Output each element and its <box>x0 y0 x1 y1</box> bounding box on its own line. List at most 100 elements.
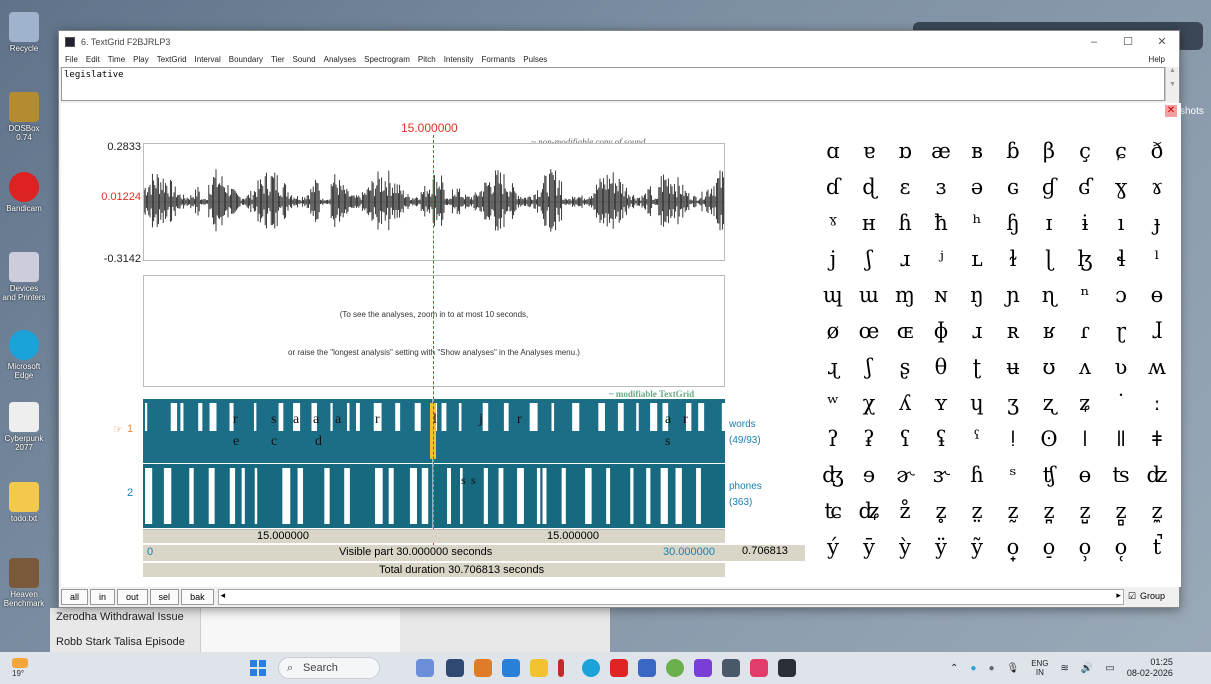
tier-interval[interactable] <box>606 468 611 524</box>
tier-interval[interactable] <box>458 403 462 431</box>
ipa-symbol[interactable]: ʛ <box>1067 169 1103 205</box>
ipa-symbol[interactable]: ʙ <box>959 133 995 169</box>
terminal-icon[interactable] <box>722 659 740 677</box>
ipa-symbol[interactable]: ɸ <box>923 313 959 349</box>
ipa-symbol[interactable]: ǁ <box>1103 421 1139 457</box>
ipa-symbol[interactable]: t̚ <box>1139 529 1175 565</box>
ipa-symbol[interactable]: ʔ <box>815 421 851 457</box>
ipa-symbol[interactable]: j <box>815 241 851 277</box>
ipa-symbol[interactable]: ɴ <box>923 277 959 313</box>
volume-icon[interactable]: 🔊 <box>1081 663 1093 674</box>
ipa-symbol[interactable]: ˢ <box>995 457 1031 493</box>
tier-interval[interactable] <box>414 403 421 431</box>
ipa-symbol[interactable]: ʕ <box>887 421 923 457</box>
taskbar-app-icon[interactable] <box>694 659 712 677</box>
tier-interval[interactable] <box>324 468 330 524</box>
tier-interval[interactable] <box>344 468 350 524</box>
ipa-symbol[interactable]: ɖ <box>851 169 887 205</box>
tier-interval[interactable] <box>660 468 668 524</box>
tier-interval[interactable] <box>330 403 333 431</box>
taskbar-app-icon[interactable] <box>502 659 520 677</box>
ipa-symbol[interactable]: ɢ <box>995 169 1031 205</box>
scroll-right-icon[interactable]: ▸ <box>1116 590 1121 601</box>
ipa-symbol[interactable]: ı <box>1103 205 1139 241</box>
tier-interval[interactable] <box>145 403 148 431</box>
menu-time[interactable]: Time <box>108 53 125 67</box>
ipa-symbol[interactable]: œ <box>851 313 887 349</box>
ipa-symbol[interactable]: ʊ <box>1031 349 1067 385</box>
ipa-symbol[interactable]: ʣ <box>1139 457 1175 493</box>
taskbar-app-icon[interactable] <box>638 659 656 677</box>
taskbar-app-icon[interactable] <box>416 659 434 677</box>
ipa-symbol[interactable]: ʐ <box>1031 385 1067 421</box>
tier-interval[interactable] <box>696 468 701 524</box>
ipa-symbol[interactable]: ɽ <box>1103 313 1139 349</box>
ipa-symbol[interactable]: ɕ <box>1103 133 1139 169</box>
tier-interval[interactable] <box>483 468 488 524</box>
ipa-symbol[interactable]: ʑ <box>1067 385 1103 421</box>
ipa-symbol[interactable]: ɒ <box>887 133 923 169</box>
background-item[interactable]: Robb Stark Talisa Episode <box>56 636 185 648</box>
desktop-icon-cyberpunk[interactable]: Cyberpunk 2077 <box>2 402 46 452</box>
tier-interval[interactable] <box>675 468 682 524</box>
ipa-symbol[interactable]: ɥ <box>959 385 995 421</box>
visible-part-bar[interactable]: 0 Visible part 30.000000 seconds 30.0000… <box>143 545 725 561</box>
menu-intensity[interactable]: Intensity <box>444 53 474 67</box>
ipa-symbol[interactable]: ÿ <box>923 529 959 565</box>
tier-interval[interactable] <box>536 468 541 524</box>
chevron-up-icon[interactable]: ⌃ <box>950 663 958 674</box>
scroll-left-icon[interactable]: ◂ <box>221 590 226 601</box>
tier-interval[interactable] <box>145 468 153 524</box>
edge-icon[interactable] <box>582 659 600 677</box>
ipa-symbol[interactable]: ħ <box>923 205 959 241</box>
ipa-symbol[interactable]: ʂ <box>887 349 923 385</box>
tier-interval[interactable] <box>630 468 634 524</box>
tier2-number[interactable]: 2 <box>127 487 133 499</box>
taskbar-app-icon[interactable] <box>446 659 464 677</box>
folder-icon[interactable] <box>530 659 548 677</box>
interval-text-field[interactable]: legislative <box>61 67 1165 101</box>
menu-textgrid[interactable]: TextGrid <box>157 53 187 67</box>
ipa-symbol[interactable]: ɐ <box>851 133 887 169</box>
taskbar-app-icon[interactable] <box>474 659 492 677</box>
ipa-symbol[interactable]: ɲ <box>995 277 1031 313</box>
ipa-symbol[interactable]: ʀ <box>995 313 1031 349</box>
language-indicator[interactable]: ENG IN <box>1031 659 1048 677</box>
ipa-symbol[interactable]: ˙ <box>1103 385 1139 421</box>
ipa-symbol[interactable]: ə <box>959 169 995 205</box>
tier-interval[interactable] <box>209 403 217 431</box>
tier-interval[interactable] <box>698 403 705 431</box>
ipa-symbol[interactable]: ʤ <box>815 457 851 493</box>
desktop-icon-bandicam[interactable]: Bandicam <box>2 172 46 213</box>
ipa-symbol[interactable]: ʨ <box>815 493 851 529</box>
ipa-symbol[interactable]: ç <box>1067 133 1103 169</box>
ipa-symbol[interactable]: ɜ <box>923 169 959 205</box>
ipa-symbol[interactable]: ɫ <box>995 241 1031 277</box>
tier-interval[interactable] <box>617 403 624 431</box>
zoom-sel-button[interactable]: sel <box>149 589 180 605</box>
menu-pitch[interactable]: Pitch <box>418 53 436 67</box>
ipa-symbol[interactable]: ɶ <box>887 313 923 349</box>
tier-interval[interactable] <box>253 403 257 431</box>
ipa-symbol[interactable]: ʍ <box>1139 349 1175 385</box>
tier-interval[interactable] <box>542 468 547 524</box>
tier-interval[interactable] <box>254 468 258 524</box>
tier-interval[interactable] <box>517 468 524 524</box>
group-checkbox[interactable]: ☑ <box>1128 589 1136 605</box>
zoom-in-button[interactable]: in <box>90 589 116 605</box>
ipa-symbol[interactable]: ȳ <box>851 529 887 565</box>
microphone-icon[interactable]: 🎙 <box>1006 663 1019 674</box>
ipa-symbol[interactable]: ɔ <box>1103 277 1139 313</box>
ipa-symbol[interactable]: ɯ <box>851 277 887 313</box>
ipa-symbol[interactable]: ʁ <box>1031 313 1067 349</box>
tier-interval[interactable] <box>241 468 245 524</box>
ipa-symbol[interactable]: ʢ <box>923 421 959 457</box>
ipa-symbol[interactable]: ʏ <box>923 385 959 421</box>
youtube-icon[interactable] <box>610 659 628 677</box>
tier-interval[interactable] <box>585 468 592 524</box>
taskbar-app-icon[interactable] <box>558 659 564 677</box>
desktop-icon-todo[interactable]: todo.txt <box>2 482 46 523</box>
menu-tier[interactable]: Tier <box>271 53 284 67</box>
ipa-symbol[interactable]: ʎ <box>887 385 923 421</box>
menu-edit[interactable]: Edit <box>86 53 100 67</box>
